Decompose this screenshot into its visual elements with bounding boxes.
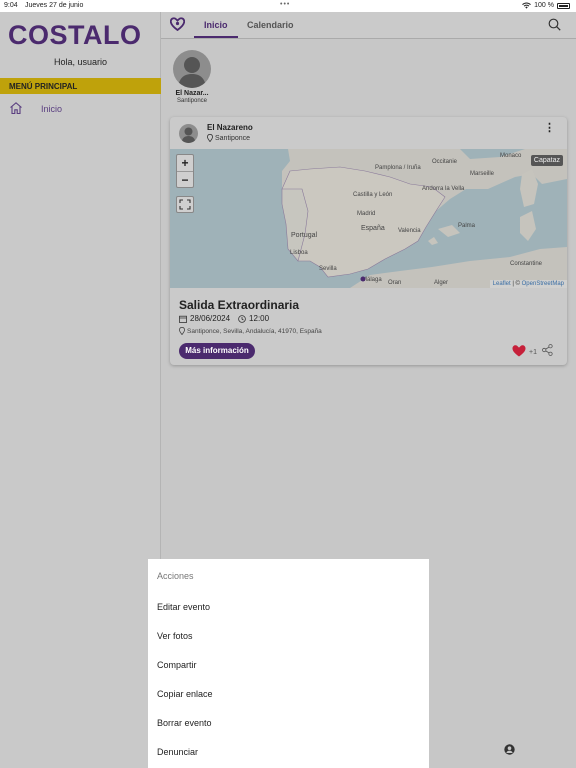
status-bar: 9:04 Jueves 27 de junio ••• 100 % (0, 0, 576, 12)
map-label: Palma (458, 223, 476, 229)
status-date: Jueves 27 de junio (25, 2, 84, 9)
map-label: España (361, 225, 385, 232)
person-silhouette-icon (181, 127, 196, 143)
attribution-separator: | © (510, 281, 522, 287)
zoom-in-button[interactable]: + (177, 155, 193, 171)
card-location: Santiponce (207, 134, 250, 142)
greeting: Hola, usuario (53, 57, 108, 67)
battery-icon (557, 2, 570, 9)
action-delete-event[interactable]: Borrar evento (157, 718, 212, 728)
map-label: Madrid (357, 211, 376, 217)
fullscreen-icon (179, 199, 191, 210)
tab-inicio[interactable]: Inicio (204, 20, 228, 30)
heart-icon[interactable] (512, 344, 526, 357)
map-label: Alger (434, 280, 449, 286)
app-logo: COSTALO (8, 20, 142, 51)
map-label: Occitanie (432, 159, 458, 165)
sidebar-item-inicio[interactable]: Inicio (0, 100, 161, 118)
tab-calendario[interactable]: Calendario (247, 20, 294, 30)
map-label: Marseille (470, 171, 495, 177)
map-zoom-control: + − (176, 154, 194, 188)
event-datetime: 28/06/2024 12:00 (179, 314, 269, 323)
leaflet-link[interactable]: Leaflet (493, 281, 511, 287)
status-right: 100 % (522, 2, 570, 9)
card-header: El Nazareno Santiponce ⋮ (170, 117, 567, 147)
event-date: 28/06/2024 (190, 314, 231, 323)
nav-logo-icon[interactable] (170, 17, 185, 31)
event-title: Salida Extraordinaria (179, 298, 300, 312)
location-pin-icon (207, 134, 213, 142)
battery-percent: 100 % (534, 2, 554, 9)
location-pin-icon (179, 327, 185, 335)
map-label: Pamplona / Iruña (375, 165, 421, 171)
card-location-text: Santiponce (215, 134, 251, 142)
map-attribution: Leaflet | © OpenStreetMap (489, 280, 567, 288)
calendar-icon (179, 315, 187, 323)
map-label: Castilla y León (353, 192, 393, 198)
card-author[interactable]: El Nazareno (207, 123, 253, 132)
share-icon[interactable] (542, 344, 553, 356)
top-nav: Inicio Calendario (161, 12, 576, 39)
story-name: El Nazar... (175, 90, 209, 97)
sidebar: COSTALO Hola, usuario MENÚ PRINCIPAL Ini… (0, 12, 161, 768)
menu-header: MENÚ PRINCIPAL (0, 78, 161, 94)
active-tab-indicator (194, 36, 238, 38)
map-label: Lisboa (290, 250, 308, 256)
story-avatar (173, 50, 211, 88)
home-icon (10, 102, 22, 115)
capataz-badge: Capataz (530, 155, 563, 166)
logo-text: COSTALO (8, 20, 142, 50)
profile-icon[interactable] (504, 744, 515, 755)
zoom-out-button[interactable]: − (177, 171, 193, 187)
osm-link[interactable]: OpenStreetMap (522, 281, 564, 287)
wifi-icon (522, 2, 532, 9)
like-count: +1 (529, 349, 537, 356)
story-item[interactable]: El Nazar... Santiponce (172, 50, 212, 104)
map-marker-icon[interactable] (360, 276, 366, 282)
sidebar-item-label: Inicio (41, 104, 63, 114)
author-avatar[interactable] (179, 124, 198, 143)
event-time: 12:00 (249, 314, 270, 323)
action-sheet-title: Acciones (157, 571, 194, 581)
event-card: El Nazareno Santiponce ⋮ Pamplona / Iruñ… (170, 117, 567, 365)
map-label: Valencia (398, 228, 421, 234)
map-label: Portugal (291, 232, 318, 239)
map-tiles (281, 149, 567, 288)
action-report[interactable]: Denunciar (157, 747, 198, 757)
story-place: Santiponce (176, 98, 208, 104)
action-share[interactable]: Compartir (157, 660, 197, 670)
clock-icon (238, 314, 246, 323)
map-label: Andorra la Vella (422, 186, 465, 192)
map-label: Sevilla (319, 266, 337, 272)
person-silhouette-icon (178, 57, 206, 88)
more-options-icon[interactable]: ⋮ (544, 123, 555, 134)
event-address: Santiponce, Sevilla, Andalucía, 41970, E… (179, 327, 322, 335)
action-sheet: Acciones Editar evento Ver fotos Compart… (148, 559, 429, 768)
action-view-photos[interactable]: Ver fotos (157, 631, 193, 641)
map-label: Monaco (500, 153, 522, 159)
map-label: Constantine (510, 261, 543, 267)
map-label: Oran (388, 280, 402, 286)
action-edit-event[interactable]: Editar evento (157, 602, 210, 612)
event-address-text: Santiponce, Sevilla, Andalucía, 41970, E… (187, 327, 322, 335)
action-copy-link[interactable]: Copiar enlace (157, 689, 213, 699)
multitask-dots-icon[interactable]: ••• (280, 1, 290, 8)
more-info-button[interactable]: Más información (179, 343, 255, 359)
fullscreen-button[interactable] (176, 196, 194, 213)
event-map[interactable]: Pamplona / Iruña Andorra la Vella Marsei… (170, 149, 567, 288)
status-time: 9:04 (4, 2, 18, 9)
search-icon[interactable] (548, 18, 561, 31)
